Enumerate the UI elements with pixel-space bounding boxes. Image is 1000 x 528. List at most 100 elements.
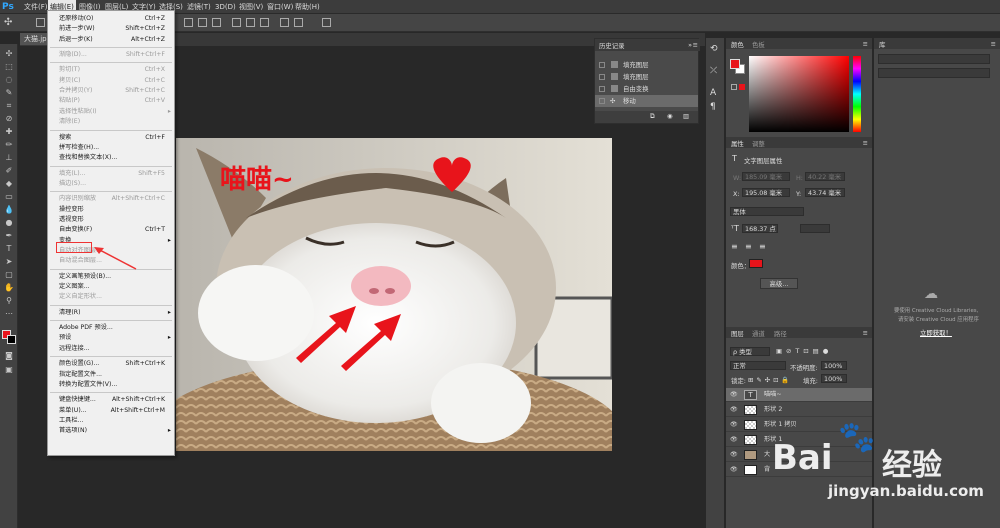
color-picker-field[interactable] — [749, 56, 849, 132]
dodge-tool-icon[interactable]: ● — [4, 219, 14, 227]
edit-menu-item[interactable]: 定义自定形状... — [48, 292, 174, 302]
layer-row[interactable]: 👁 T 喵喵~ — [726, 388, 872, 402]
y-field[interactable]: 43.74 毫米 — [805, 188, 845, 197]
edit-menu-item[interactable]: 键盘快捷键... Alt+Shift+Ctrl+K — [48, 395, 174, 405]
path-select-icon[interactable]: ➤ — [4, 258, 14, 266]
snapshot-icon[interactable]: ⧉ — [650, 112, 655, 121]
font-size-field[interactable]: 168.37 点 — [742, 224, 778, 233]
align-bottom-icon[interactable] — [260, 18, 269, 27]
tab-properties[interactable]: 属性 — [731, 139, 744, 148]
tab-channels[interactable]: 通道 — [752, 329, 765, 338]
edit-menu-item[interactable]: 粘贴(P) Ctrl+V — [48, 96, 174, 106]
menu-file[interactable]: 文件(F) — [22, 0, 50, 14]
get-now-link[interactable]: 立即获取！ — [920, 328, 952, 337]
tab-color[interactable]: 颜色 — [731, 40, 744, 49]
menu-window[interactable]: 窗口(W) — [265, 0, 295, 14]
align-top-icon[interactable] — [232, 18, 241, 27]
panel-collapse-icon[interactable]: » — [688, 41, 692, 49]
history-item[interactable]: 填充图层 — [595, 59, 698, 71]
tab-libraries[interactable]: 库 — [879, 40, 885, 49]
edit-menu-item[interactable]: 清理(R) ▸ — [48, 308, 174, 318]
panel-menu-icon[interactable]: ≡ — [693, 41, 698, 49]
history-panel-icon[interactable]: ⟲ — [710, 44, 718, 54]
shape-tool-icon[interactable]: ▢ — [4, 271, 14, 279]
hand-tool-icon[interactable]: ✋ — [4, 284, 14, 292]
history-tab[interactable]: 历史记录 — [599, 41, 625, 50]
align-middle-icon[interactable] — [246, 18, 255, 27]
edit-menu-item[interactable]: 颜色设置(G)... Shift+Ctrl+K — [48, 359, 174, 369]
background-color-swatch[interactable] — [7, 335, 16, 344]
edit-menu-item[interactable]: 合并拷贝(Y) Shift+Ctrl+C — [48, 86, 174, 96]
camera-icon[interactable]: ◉ — [667, 112, 673, 120]
text-color-swatch[interactable] — [749, 259, 763, 268]
layer-row[interactable]: 👁 形状 2 — [726, 403, 872, 417]
trash-icon[interactable]: ▥ — [683, 112, 689, 120]
tab-layers[interactable]: 图层 — [731, 329, 744, 338]
opacity-field[interactable]: 100% — [821, 361, 847, 370]
eraser-tool-icon[interactable]: ◆ — [4, 180, 14, 188]
lasso-tool-icon[interactable]: ◌ — [4, 76, 14, 84]
tab-adjustments[interactable]: 调整 — [752, 139, 765, 148]
panel-menu-icon[interactable]: ≡ — [863, 139, 868, 147]
edit-menu-item[interactable]: 拷贝(C) Ctrl+C — [48, 76, 174, 86]
panel-menu-icon[interactable]: ≡ — [863, 329, 868, 337]
move-tool-icon[interactable]: ✣ — [4, 17, 16, 29]
visibility-eye-icon[interactable]: 👁 — [730, 388, 738, 402]
edit-menu-item[interactable]: 首选项(N) ▸ — [48, 426, 174, 436]
distribute-icon[interactable] — [322, 18, 331, 27]
visibility-eye-icon[interactable]: 👁 — [730, 433, 738, 447]
edit-menu-item[interactable]: 工具栏... — [48, 416, 174, 426]
quick-select-tool-icon[interactable]: ✎ — [4, 89, 14, 97]
menu-view[interactable]: 视图(V) — [237, 0, 265, 14]
quick-mask-icon[interactable]: ◙ — [4, 352, 14, 360]
eyedropper-tool-icon[interactable]: ⊘ — [4, 115, 14, 123]
gradient-tool-icon[interactable]: ▭ — [4, 193, 14, 201]
edit-menu-item[interactable]: 内容识别缩放 Alt+Shift+Ctrl+C — [48, 194, 174, 204]
crop-tool-icon[interactable]: ⌗ — [4, 102, 14, 110]
visibility-eye-icon[interactable]: 👁 — [730, 418, 738, 432]
width-field[interactable]: 185.09 毫米 — [742, 172, 790, 181]
align-right-icon[interactable]: ≡ — [759, 242, 766, 251]
align-left-icon[interactable] — [184, 18, 193, 27]
history-item[interactable]: 填充图层 — [595, 71, 698, 83]
more-tools-icon[interactable]: ⋯ — [4, 310, 14, 318]
font-family-select[interactable]: 黑体 — [730, 207, 804, 216]
edit-menu-item[interactable]: 转换为配置文件(V)... — [48, 380, 174, 390]
actions-panel-icon[interactable]: ⤫ — [710, 66, 717, 76]
menu-filter[interactable]: 滤镜(T) — [185, 0, 213, 14]
edit-menu-item[interactable]: 查找和替换文本(X)... — [48, 153, 174, 163]
x-field[interactable]: 195.08 毫米 — [742, 188, 790, 197]
edit-menu-item[interactable]: 操控变形 — [48, 205, 174, 215]
edit-menu-item[interactable]: 选择性粘贴(I) ▸ — [48, 107, 174, 117]
height-field[interactable]: 40.22 毫米 — [805, 172, 845, 181]
zoom-tool-icon[interactable]: ⚲ — [4, 297, 14, 305]
brush-tool-icon[interactable]: ✏ — [4, 141, 14, 149]
advanced-button[interactable]: 高级... — [760, 278, 798, 289]
edit-menu-item[interactable]: 菜单(U)... Alt+Shift+Ctrl+M — [48, 406, 174, 416]
fill-field[interactable]: 100% — [821, 374, 847, 383]
hue-slider[interactable] — [853, 56, 861, 132]
menu-help[interactable]: 帮助(H) — [293, 0, 322, 14]
history-item[interactable]: 自由变换 — [595, 83, 698, 95]
tab-paths[interactable]: 路径 — [774, 329, 787, 338]
panel-menu-icon[interactable]: ≡ — [863, 40, 868, 48]
library-select[interactable] — [878, 54, 990, 64]
screen-mode-icon[interactable]: ▣ — [4, 366, 14, 374]
edit-menu-item[interactable]: 前进一步(W) Shift+Ctrl+Z — [48, 24, 174, 34]
blend-mode-select[interactable]: 正常 — [730, 361, 786, 370]
edit-menu-item[interactable]: 填充(L)... Shift+F5 — [48, 169, 174, 179]
edit-menu-item[interactable]: Adobe PDF 预设... — [48, 323, 174, 333]
history-item-selected[interactable]: ✣ 移动 — [595, 95, 698, 107]
edit-menu-item[interactable]: 指定配置文件... — [48, 370, 174, 380]
leading-field[interactable] — [800, 224, 830, 233]
edit-menu-item[interactable]: 剪切(T) Ctrl+X — [48, 65, 174, 75]
history-brush-icon[interactable]: ✐ — [4, 167, 14, 175]
align-center-icon[interactable]: ≡ — [745, 242, 752, 251]
blur-tool-icon[interactable]: 💧 — [4, 206, 14, 214]
edit-menu-item[interactable]: 搜索 Ctrl+F — [48, 133, 174, 143]
visibility-eye-icon[interactable]: 👁 — [730, 403, 738, 417]
align-left-icon[interactable]: ≡ — [731, 242, 738, 251]
type-tool-icon[interactable]: T — [4, 245, 14, 253]
edit-menu-item[interactable]: 还原移动(O) Ctrl+Z — [48, 14, 174, 24]
move-tool-icon[interactable]: ✣ — [4, 50, 14, 58]
